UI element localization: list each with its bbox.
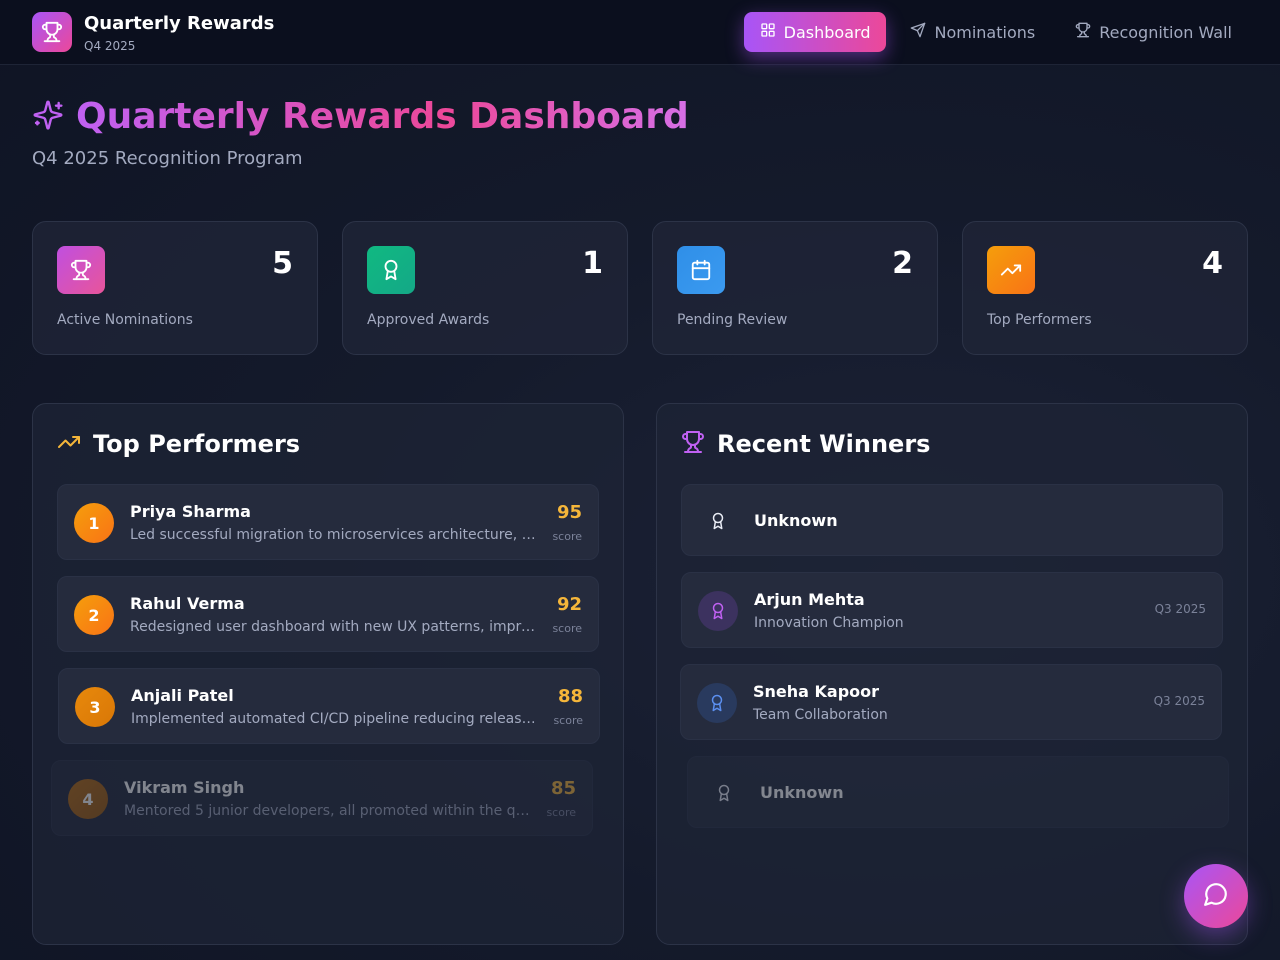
performer-score: 88 xyxy=(557,686,583,707)
stat-card-pending-review: 2 Pending Review xyxy=(652,221,938,355)
page-header: Quarterly Rewards Dashboard xyxy=(32,96,689,137)
performer-description: Implemented automated CI/CD pipeline red… xyxy=(131,711,537,727)
chat-button[interactable] xyxy=(1184,864,1248,928)
nav-dashboard[interactable]: Dashboard xyxy=(743,12,887,52)
grid-icon xyxy=(760,22,776,42)
score-label: score xyxy=(552,622,582,635)
winner-card[interactable]: Unknown xyxy=(687,756,1229,828)
winner-category: Innovation Champion xyxy=(754,615,904,631)
nav-recognition-wall[interactable]: Recognition Wall xyxy=(1059,12,1248,52)
stat-card-approved-awards: 1 Approved Awards xyxy=(342,221,628,355)
nav-nominations[interactable]: Nominations xyxy=(894,12,1051,52)
recent-winners-panel: Recent Winners Unknown Arjun Mehta Innov… xyxy=(656,403,1248,945)
winner-quarter: Q3 2025 xyxy=(1154,602,1206,616)
nav-label: Dashboard xyxy=(783,22,871,42)
winner-name: Arjun Mehta xyxy=(754,590,865,609)
winner-name: Unknown xyxy=(760,783,844,802)
award-icon xyxy=(698,501,738,541)
stat-label: Top Performers xyxy=(987,312,1092,328)
trophy-icon xyxy=(32,12,72,52)
rank-badge: 4 xyxy=(68,779,108,819)
award-icon xyxy=(704,773,744,813)
score-label: score xyxy=(546,806,576,819)
page-subtitle: Q4 2025 Recognition Program xyxy=(32,148,303,169)
panel-header: Recent Winners xyxy=(681,430,930,458)
stat-card-active-nominations: 5 Active Nominations xyxy=(32,221,318,355)
winner-name: Sneha Kapoor xyxy=(753,682,880,701)
score-label: score xyxy=(553,714,583,727)
performer-score: 92 xyxy=(556,594,582,615)
performer-card[interactable]: 1 Priya Sharma Led successful migration … xyxy=(57,484,599,560)
stat-label: Approved Awards xyxy=(367,312,490,328)
top-performers-panel: Top Performers 1 Priya Sharma Led succes… xyxy=(32,403,624,945)
top-bar: Quarterly Rewards Q4 2025 Dashboard Nomi… xyxy=(0,0,1280,65)
stat-value: 5 xyxy=(272,246,293,281)
performer-card[interactable]: 3 Anjali Patel Implemented automated CI/… xyxy=(58,668,600,744)
winner-card[interactable]: Unknown xyxy=(681,484,1223,556)
panel-title: Top Performers xyxy=(93,430,301,458)
nav-label: Recognition Wall xyxy=(1099,22,1232,42)
rank-badge: 1 xyxy=(74,503,114,543)
winner-category: Team Collaboration xyxy=(753,707,888,723)
sparkles-icon xyxy=(32,99,64,135)
performer-card[interactable]: 4 Vikram Singh Mentored 5 junior develop… xyxy=(51,760,593,836)
stat-value: 2 xyxy=(892,246,913,281)
performer-name: Priya Sharma xyxy=(130,502,251,521)
performer-name: Vikram Singh xyxy=(124,778,245,797)
score-label: score xyxy=(552,530,582,543)
performer-description: Mentored 5 junior developers, all promot… xyxy=(124,803,530,819)
trophy-icon xyxy=(1075,22,1091,42)
page-title: Quarterly Rewards Dashboard xyxy=(76,96,689,137)
stat-label: Pending Review xyxy=(677,312,788,328)
panel-header: Top Performers xyxy=(57,430,300,458)
nav-label: Nominations xyxy=(934,22,1036,42)
trophy-icon xyxy=(57,246,105,294)
calendar-icon xyxy=(677,246,725,294)
app-title: Quarterly Rewards xyxy=(84,13,275,34)
performer-score: 85 xyxy=(550,778,576,799)
app-subtitle: Q4 2025 xyxy=(84,39,136,53)
performer-card[interactable]: 2 Rahul Verma Redesigned user dashboard … xyxy=(57,576,599,652)
performer-score: 95 xyxy=(556,502,582,523)
panel-title: Recent Winners xyxy=(717,430,931,458)
winner-card[interactable]: Sneha Kapoor Team Collaboration Q3 2025 xyxy=(680,664,1222,740)
performer-description: Redesigned user dashboard with new UX pa… xyxy=(130,619,536,635)
award-icon xyxy=(697,683,737,723)
trending-up-icon xyxy=(57,430,81,458)
send-icon xyxy=(910,22,926,42)
message-circle-icon xyxy=(1203,881,1229,911)
winner-card[interactable]: Arjun Mehta Innovation Champion Q3 2025 xyxy=(681,572,1223,648)
stat-value: 4 xyxy=(1202,246,1223,281)
stat-value: 1 xyxy=(582,246,603,281)
award-icon xyxy=(367,246,415,294)
stat-label: Active Nominations xyxy=(57,312,193,328)
performer-description: Led successful migration to microservice… xyxy=(130,527,536,543)
rank-badge: 2 xyxy=(74,595,114,635)
award-icon xyxy=(698,591,738,631)
performer-name: Rahul Verma xyxy=(130,594,245,613)
main-nav: Dashboard Nominations Recognition Wall xyxy=(743,12,1248,52)
winner-quarter: Q3 2025 xyxy=(1153,694,1205,708)
performer-name: Anjali Patel xyxy=(131,686,234,705)
rank-badge: 3 xyxy=(75,687,115,727)
trophy-icon xyxy=(681,430,705,458)
trending-up-icon xyxy=(987,246,1035,294)
winner-name: Unknown xyxy=(754,511,838,530)
stat-card-top-performers: 4 Top Performers xyxy=(962,221,1248,355)
